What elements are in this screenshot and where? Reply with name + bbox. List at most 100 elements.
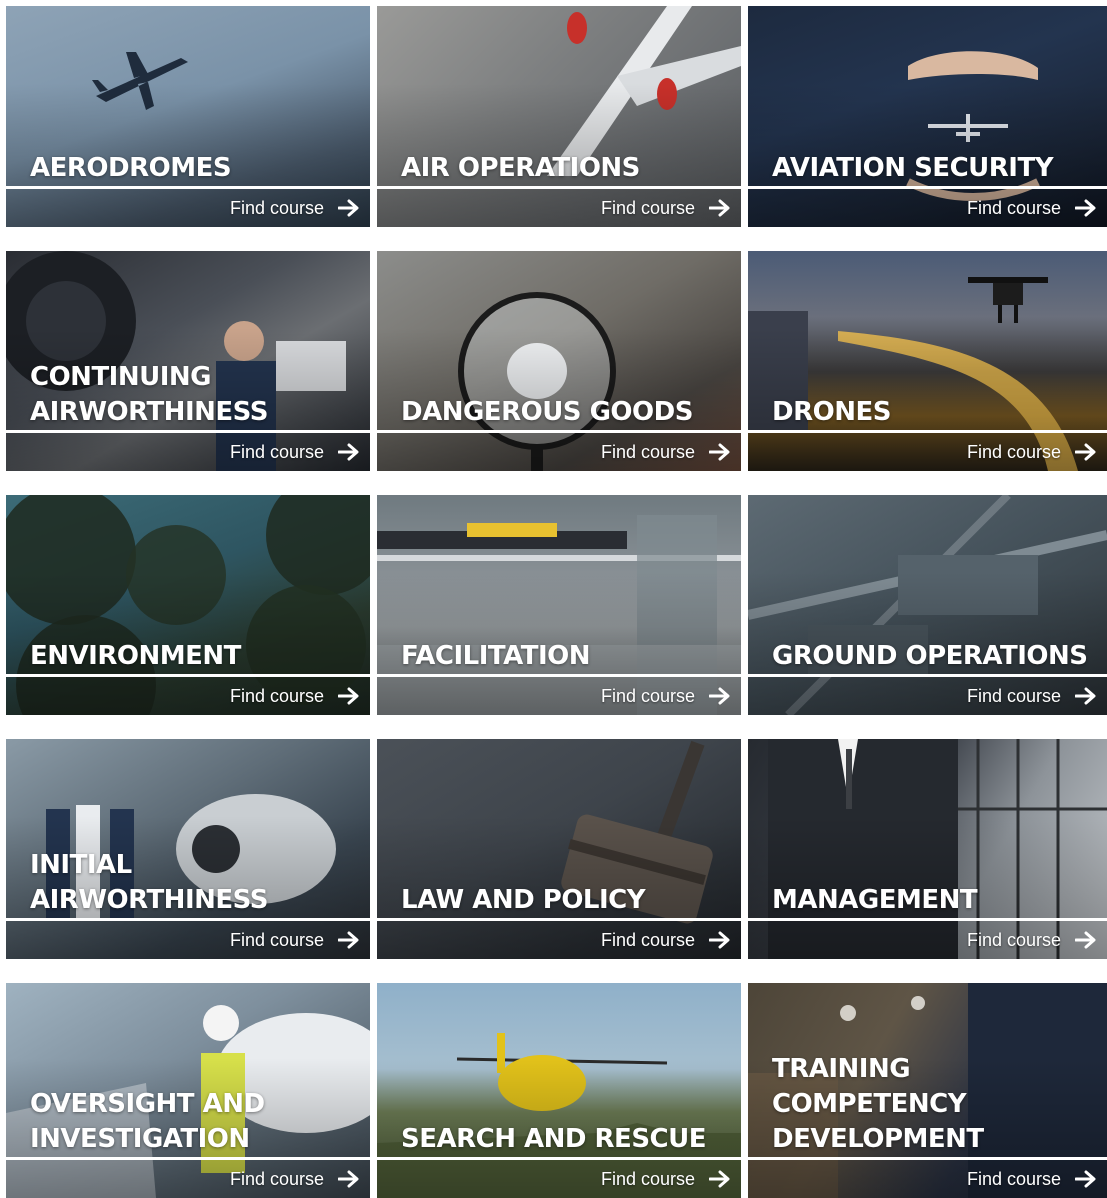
card-search-and-rescue[interactable]: SEARCH AND RESCUE Find course xyxy=(377,983,741,1198)
find-course-link[interactable]: Find course xyxy=(601,685,731,707)
card-divider xyxy=(377,1157,741,1160)
card-title: MANAGEMENT xyxy=(772,885,978,915)
card-aerodromes[interactable]: AERODROMES Find course xyxy=(6,6,370,227)
card-drones[interactable]: DRONES Find course xyxy=(748,251,1107,471)
card-divider xyxy=(6,1157,370,1160)
card-environment[interactable]: ENVIRONMENT Find course xyxy=(6,495,370,715)
card-overlay xyxy=(748,251,1107,471)
course-category-grid: AERODROMES Find course AIR OPERATIONS Fi… xyxy=(0,0,1107,1198)
card-overlay xyxy=(377,983,741,1198)
card-overlay xyxy=(377,6,741,227)
find-course-link[interactable]: Find course xyxy=(601,1168,731,1190)
find-course-label: Find course xyxy=(966,685,1061,706)
card-divider xyxy=(6,186,370,189)
arrow-right-icon xyxy=(338,931,359,949)
find-course-label: Find course xyxy=(229,685,324,706)
card-ground-operations[interactable]: GROUND OPERATIONS Find course xyxy=(748,495,1107,715)
card-divider xyxy=(377,918,741,921)
arrow-right-icon xyxy=(709,931,730,949)
card-title: OVERSIGHT AND INVESTIGATION xyxy=(30,1089,265,1154)
find-course-link[interactable]: Find course xyxy=(230,1168,360,1190)
card-title: LAW AND POLICY xyxy=(401,885,646,915)
find-course-label: Find course xyxy=(600,441,695,462)
card-divider xyxy=(748,430,1107,433)
arrow-right-icon xyxy=(709,443,730,461)
find-course-label: Find course xyxy=(600,197,695,218)
card-title: AERODROMES xyxy=(30,153,232,183)
find-course-label: Find course xyxy=(966,197,1061,218)
find-course-label: Find course xyxy=(229,197,324,218)
card-title: FACILITATION xyxy=(401,641,591,671)
card-overlay xyxy=(748,495,1107,715)
arrow-right-icon xyxy=(1075,199,1096,217)
arrow-right-icon xyxy=(1075,1170,1096,1188)
find-course-link[interactable]: Find course xyxy=(967,441,1097,463)
arrow-right-icon xyxy=(1075,931,1096,949)
find-course-link[interactable]: Find course xyxy=(230,197,360,219)
card-overlay xyxy=(748,6,1107,227)
find-course-link[interactable]: Find course xyxy=(967,929,1097,951)
card-facilitation[interactable]: FACILITATION Find course xyxy=(377,495,741,715)
arrow-right-icon xyxy=(338,687,359,705)
find-course-label: Find course xyxy=(966,929,1061,950)
card-title: ENVIRONMENT xyxy=(30,641,241,671)
find-course-label: Find course xyxy=(229,929,324,950)
arrow-right-icon xyxy=(1075,687,1096,705)
arrow-right-icon xyxy=(338,443,359,461)
card-overlay xyxy=(6,6,370,227)
arrow-right-icon xyxy=(1075,443,1096,461)
find-course-link[interactable]: Find course xyxy=(967,1168,1097,1190)
card-divider xyxy=(377,186,741,189)
arrow-right-icon xyxy=(338,1170,359,1188)
card-title: GROUND OPERATIONS xyxy=(772,641,1088,671)
card-title: DANGEROUS GOODS xyxy=(401,397,693,427)
card-law-and-policy[interactable]: LAW AND POLICY Find course xyxy=(377,739,741,959)
card-divider xyxy=(377,430,741,433)
find-course-label: Find course xyxy=(600,929,695,950)
arrow-right-icon xyxy=(709,199,730,217)
card-training-competency-development[interactable]: TRAINING COMPETENCY DEVELOPMENT Find cou… xyxy=(748,983,1107,1198)
card-dangerous-goods[interactable]: DANGEROUS GOODS Find course xyxy=(377,251,741,471)
card-initial-airworthiness[interactable]: INITIAL AIRWORTHINESS Find course xyxy=(6,739,370,959)
find-course-label: Find course xyxy=(600,1168,695,1189)
card-title: SEARCH AND RESCUE xyxy=(401,1124,707,1154)
find-course-label: Find course xyxy=(966,441,1061,462)
find-course-link[interactable]: Find course xyxy=(601,197,731,219)
card-divider xyxy=(748,186,1107,189)
card-overlay xyxy=(377,495,741,715)
card-continuing-airworthiness[interactable]: CONTINUING AIRWORTHINESS Find course xyxy=(6,251,370,471)
card-title: INITIAL AIRWORTHINESS xyxy=(30,850,268,915)
card-overlay xyxy=(748,739,1107,959)
card-overlay xyxy=(377,739,741,959)
card-divider xyxy=(6,674,370,677)
card-title: AVIATION SECURITY xyxy=(772,153,1054,183)
arrow-right-icon xyxy=(709,1170,730,1188)
card-divider xyxy=(6,918,370,921)
card-divider xyxy=(748,674,1107,677)
card-divider xyxy=(748,918,1107,921)
find-course-link[interactable]: Find course xyxy=(230,929,360,951)
find-course-link[interactable]: Find course xyxy=(601,929,731,951)
card-divider xyxy=(377,674,741,677)
find-course-label: Find course xyxy=(229,441,324,462)
find-course-label: Find course xyxy=(229,1168,324,1189)
find-course-label: Find course xyxy=(600,685,695,706)
find-course-link[interactable]: Find course xyxy=(230,685,360,707)
card-divider xyxy=(748,1157,1107,1160)
find-course-link[interactable]: Find course xyxy=(967,685,1097,707)
card-air-operations[interactable]: AIR OPERATIONS Find course xyxy=(377,6,741,227)
find-course-link[interactable]: Find course xyxy=(601,441,731,463)
card-title: CONTINUING AIRWORTHINESS xyxy=(30,362,268,427)
card-title: DRONES xyxy=(772,397,891,427)
arrow-right-icon xyxy=(709,687,730,705)
card-title: TRAINING COMPETENCY DEVELOPMENT xyxy=(772,1054,984,1154)
find-course-link[interactable]: Find course xyxy=(967,197,1097,219)
card-aviation-security[interactable]: AVIATION SECURITY Find course xyxy=(748,6,1107,227)
find-course-link[interactable]: Find course xyxy=(230,441,360,463)
card-management[interactable]: MANAGEMENT Find course xyxy=(748,739,1107,959)
card-overlay xyxy=(6,495,370,715)
find-course-label: Find course xyxy=(966,1168,1061,1189)
card-oversight-and-investigation[interactable]: OVERSIGHT AND INVESTIGATION Find course xyxy=(6,983,370,1198)
card-divider xyxy=(6,430,370,433)
card-overlay xyxy=(377,251,741,471)
